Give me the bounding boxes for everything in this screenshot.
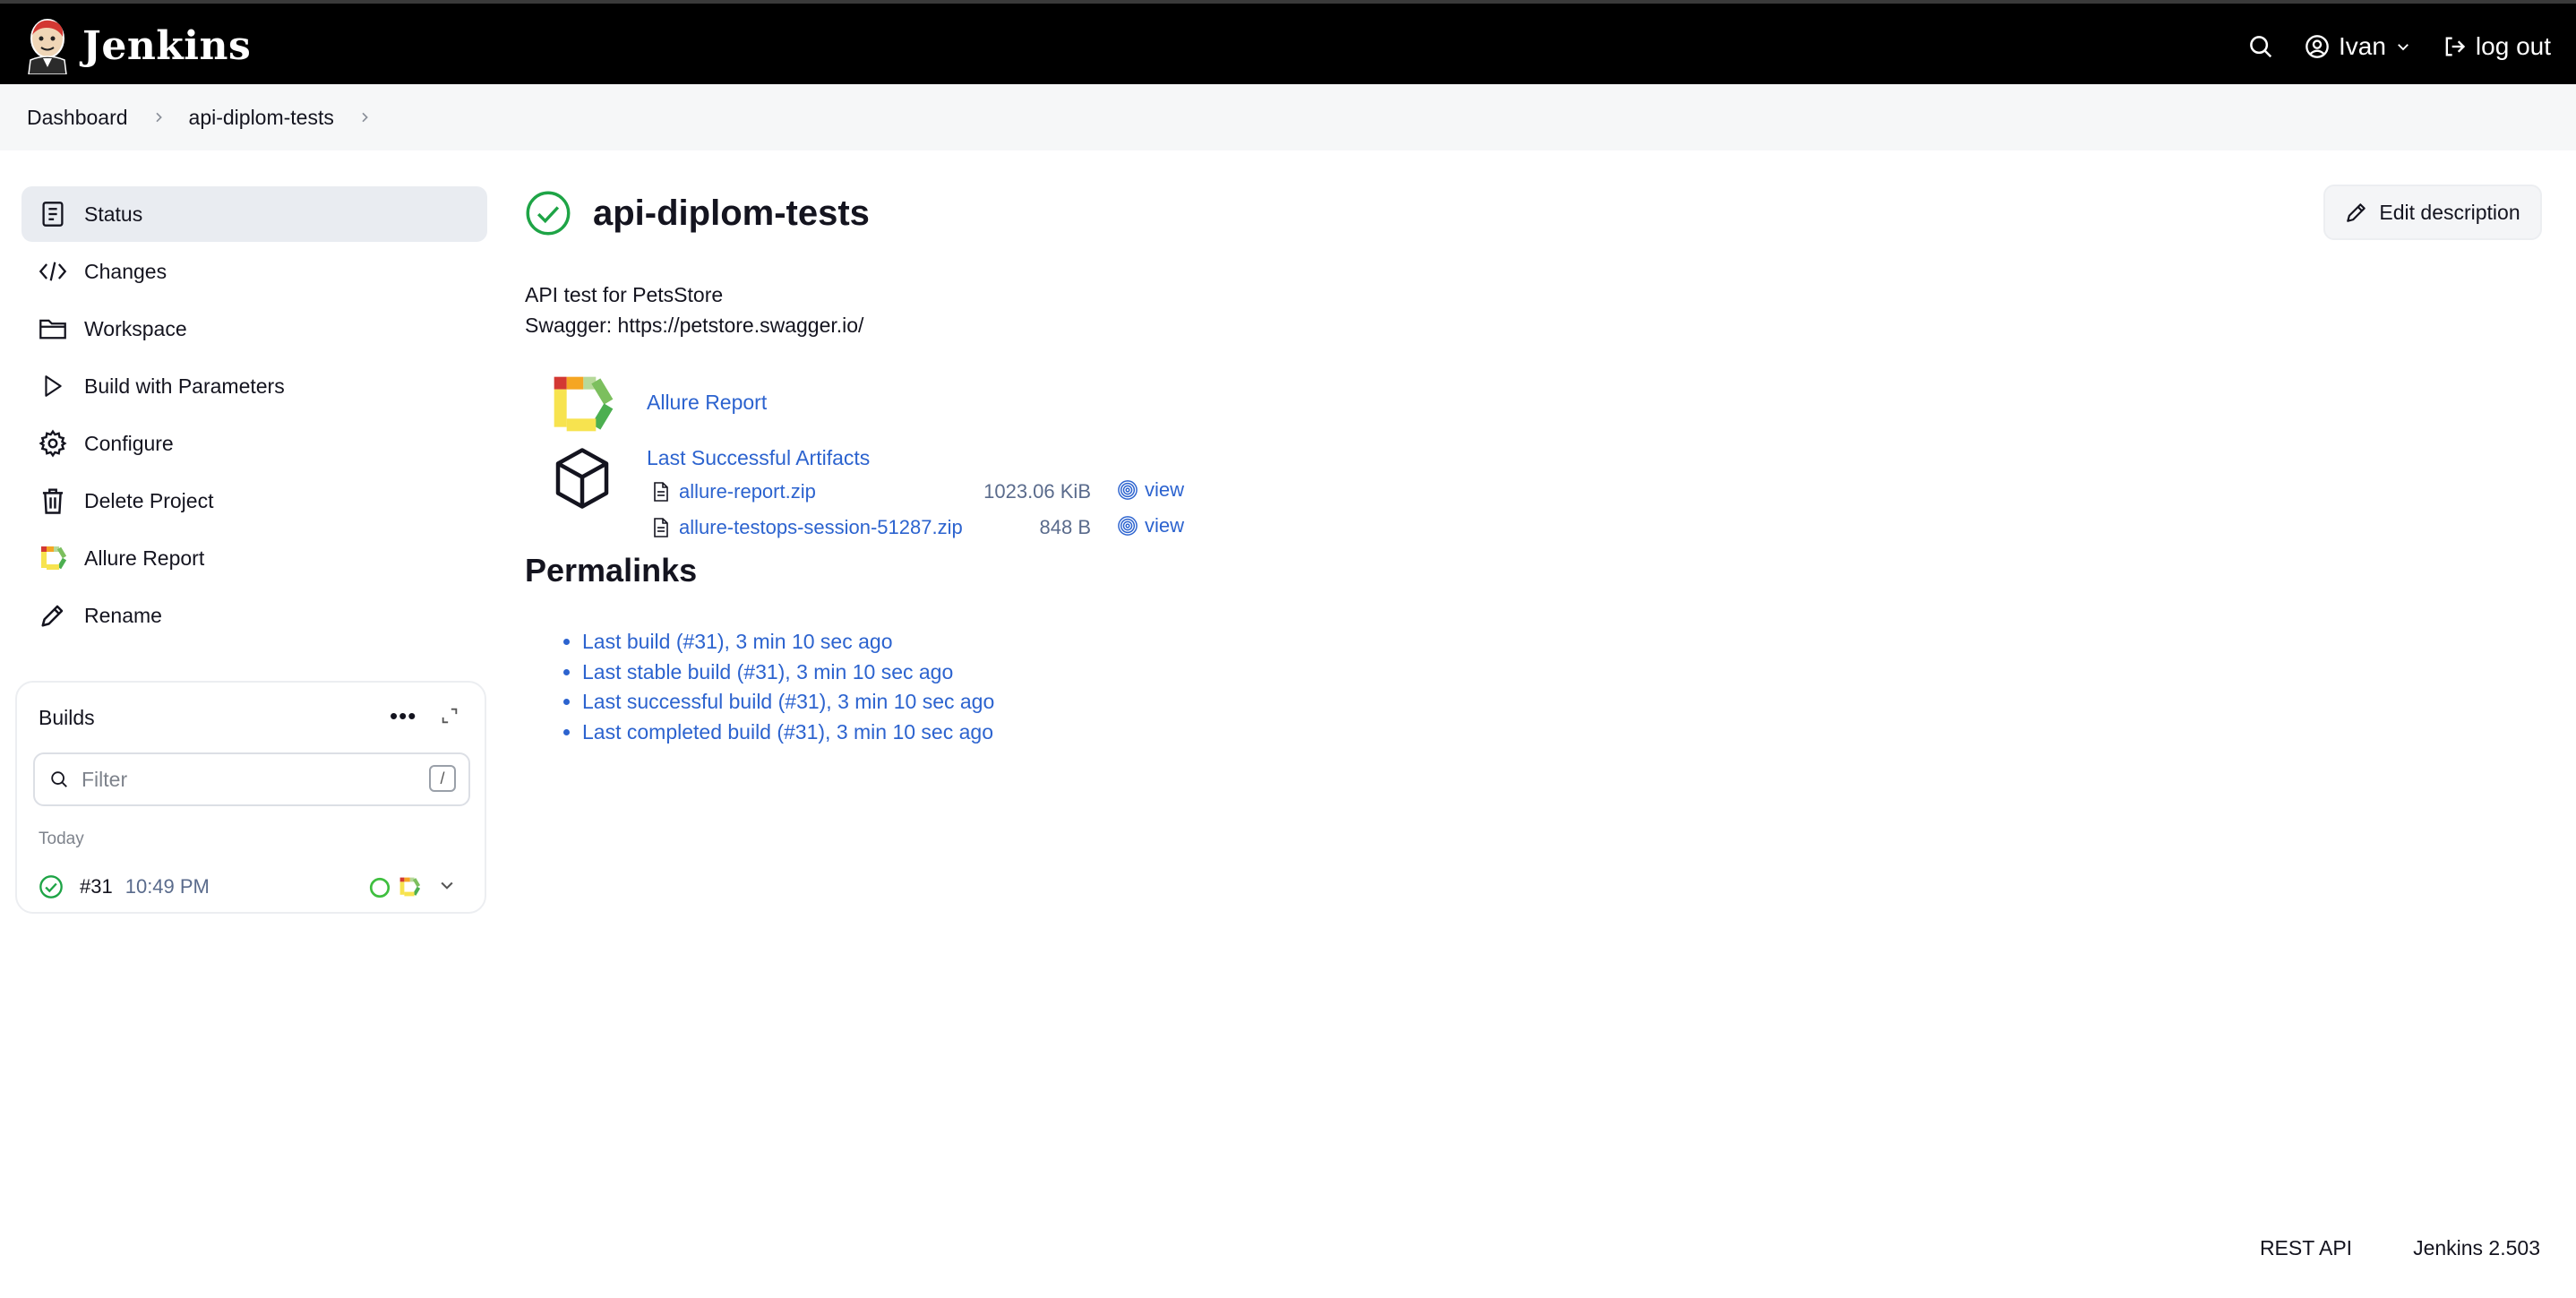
fingerprint-icon — [1118, 480, 1138, 500]
more-icon[interactable]: ••• — [390, 702, 416, 730]
sidebar-item-rename[interactable]: Rename — [21, 588, 487, 643]
user-menu[interactable]: Ivan — [2305, 32, 2411, 61]
logout-label: log out — [2475, 32, 2551, 60]
footer: REST API Jenkins 2.503 — [2260, 1236, 2540, 1260]
list-item: Last build (#31), 3 min 10 sec ago — [582, 627, 994, 658]
sidebar-item-label: Changes — [84, 259, 167, 283]
search-icon — [2250, 36, 2272, 58]
chevron-down-icon — [2398, 44, 2409, 51]
file-icon — [654, 482, 668, 502]
logout-link[interactable]: log out — [2442, 32, 2551, 61]
builds-title: Builds — [39, 706, 95, 729]
user-avatar-icon — [2306, 35, 2329, 58]
list-item: Last completed build (#31), 3 min 10 sec… — [582, 718, 994, 748]
breadcrumb-dashboard[interactable]: Dashboard — [27, 106, 128, 130]
success-icon — [526, 191, 571, 236]
brand-name: Jenkins — [82, 22, 252, 69]
page-title: api-diplom-tests — [593, 193, 870, 233]
allure-report-link[interactable]: Allure Report — [647, 391, 767, 415]
sidebar-item-label: Configure — [84, 431, 174, 455]
sidebar-item-configure[interactable]: Configure — [21, 416, 487, 471]
console-icon[interactable] — [368, 876, 391, 905]
folder-icon — [38, 314, 68, 344]
top-bar: Jenkins Ivan log out — [0, 0, 2576, 84]
user-name: Ivan — [2338, 32, 2386, 60]
page-header: api-diplom-tests — [525, 190, 870, 236]
jenkins-logo-icon — [28, 19, 67, 74]
filter-shortcut-badge: / — [429, 765, 456, 792]
chevron-down-icon[interactable] — [438, 876, 456, 899]
description-line: API test for PetsStore — [525, 283, 724, 306]
search-button[interactable] — [2247, 33, 2274, 60]
logout-icon — [2445, 37, 2466, 56]
permalink-last-stable-build[interactable]: Last stable build (#31), 3 min 10 sec ag… — [582, 660, 953, 683]
pencil-icon — [38, 600, 68, 631]
sidebar-item-label: Build with Parameters — [84, 374, 285, 398]
sidebar-item-allure-report[interactable]: Allure Report — [21, 530, 487, 586]
permalink-last-completed-build[interactable]: Last completed build (#31), 3 min 10 sec… — [582, 720, 993, 744]
description-line: Swagger: https://petstore.swagger.io/ — [525, 314, 864, 337]
fingerprint-icon — [1118, 516, 1138, 536]
sidebar-item-status[interactable]: Status — [21, 186, 487, 242]
edit-description-button[interactable]: Edit description — [2323, 185, 2542, 240]
builds-group-label: Today — [39, 830, 84, 848]
list-item: Last successful build (#31), 3 min 10 se… — [582, 687, 994, 718]
artifact-view-link[interactable]: view — [1118, 478, 1184, 502]
jenkins-home-link[interactable]: Jenkins — [25, 14, 251, 77]
breadcrumb-project[interactable]: api-diplom-tests — [189, 106, 334, 130]
sidebar-item-label: Allure Report — [84, 546, 205, 570]
pencil-icon — [2347, 203, 2366, 222]
permalink-last-successful-build[interactable]: Last successful build (#31), 3 min 10 se… — [582, 690, 994, 713]
trash-icon — [38, 486, 68, 516]
builds-panel: Builds ••• / Today #31 10:49 PM — [15, 681, 486, 914]
allure-icon[interactable] — [399, 876, 421, 903]
chevron-right-icon — [151, 110, 166, 125]
project-description: API test for PetsStore Swagger: https://… — [525, 279, 863, 340]
sidebar-item-label: Rename — [84, 603, 162, 627]
permalinks-list: Last build (#31), 3 min 10 sec ago Last … — [557, 627, 994, 747]
sidebar-item-workspace[interactable]: Workspace — [21, 301, 487, 357]
artifact-link[interactable]: allure-report.zip — [679, 480, 816, 503]
success-icon — [39, 875, 63, 898]
permalink-last-build[interactable]: Last build (#31), 3 min 10 sec ago — [582, 630, 892, 653]
sidebar-item-build-with-parameters[interactable]: Build with Parameters — [21, 358, 487, 414]
edit-description-label: Edit description — [2379, 200, 2520, 224]
rest-api-link[interactable]: REST API — [2260, 1236, 2352, 1260]
play-icon — [38, 371, 68, 401]
chevron-right-icon[interactable] — [357, 110, 372, 125]
expand-icon[interactable] — [440, 706, 459, 730]
artifact-view-link[interactable]: view — [1118, 514, 1184, 537]
last-successful-artifacts-link[interactable]: Last Successful Artifacts — [647, 446, 870, 470]
status-icon — [38, 199, 68, 229]
breadcrumb: Dashboard api-diplom-tests — [0, 84, 2576, 150]
sidebar: Status Changes Workspace Build with Para… — [21, 186, 487, 645]
sidebar-item-label: Delete Project — [84, 488, 214, 512]
file-icon — [654, 518, 668, 537]
artifact-row: allure-report.zip — [652, 477, 816, 507]
build-row[interactable]: #31 10:49 PM — [39, 869, 468, 905]
artifact-size: 1023.06 KiB — [983, 480, 1091, 503]
sidebar-item-delete-project[interactable]: Delete Project — [21, 473, 487, 529]
sidebar-item-label: Status — [84, 202, 143, 226]
list-item: Last stable build (#31), 3 min 10 sec ag… — [582, 658, 994, 688]
package-icon — [550, 444, 614, 517]
allure-logo-icon — [548, 373, 614, 440]
build-time: 10:49 PM — [125, 875, 210, 898]
jenkins-version-link[interactable]: Jenkins 2.503 — [2413, 1236, 2540, 1260]
sidebar-item-label: Workspace — [84, 316, 187, 340]
build-number[interactable]: #31 — [80, 875, 113, 898]
builds-filter: / — [33, 752, 470, 806]
permalinks-heading: Permalinks — [525, 552, 698, 589]
sidebar-item-changes[interactable]: Changes — [21, 244, 487, 299]
gear-icon — [38, 428, 68, 459]
view-label: view — [1145, 514, 1185, 537]
artifact-size: 848 B — [1039, 516, 1092, 538]
builds-filter-input[interactable] — [80, 766, 406, 793]
search-icon — [51, 771, 67, 787]
code-icon — [38, 256, 68, 287]
view-label: view — [1145, 478, 1185, 501]
allure-icon — [38, 543, 68, 573]
